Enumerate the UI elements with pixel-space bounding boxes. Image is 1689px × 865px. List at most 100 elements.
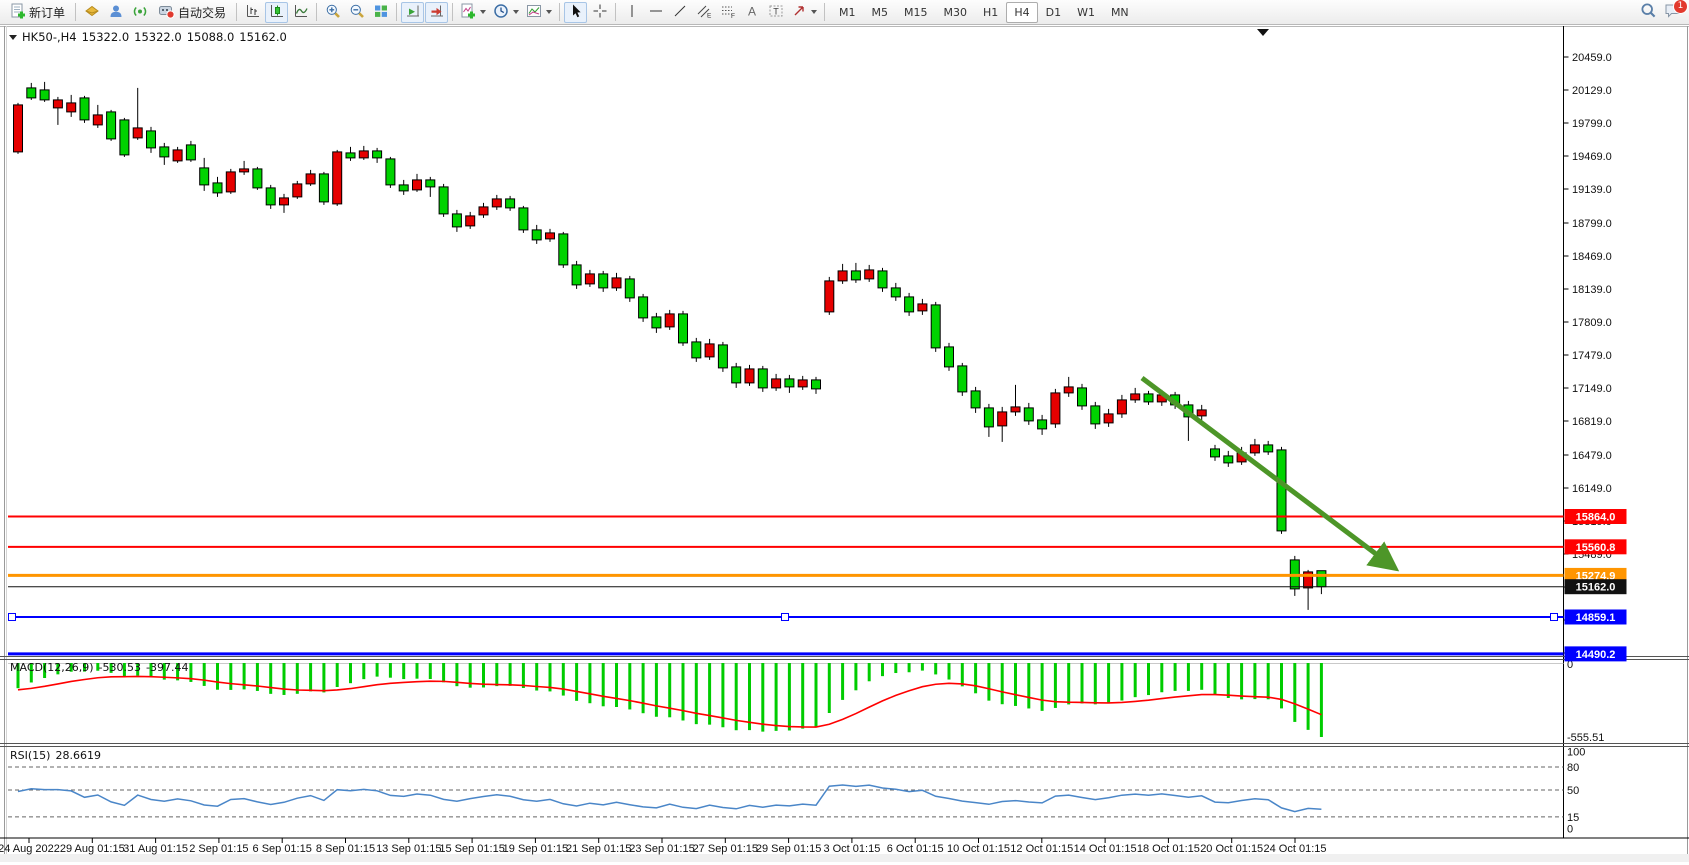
zoom-out-icon	[349, 3, 365, 22]
timeframe-toolbar: M1M5M15M30H1H4D1W1MN	[831, 2, 1137, 23]
indicators-add-icon	[460, 3, 476, 22]
vertical-line-button[interactable]	[620, 2, 643, 23]
templates-icon	[526, 3, 542, 22]
tile-windows-icon	[373, 3, 389, 22]
signals-icon	[132, 3, 148, 22]
svg-text:17809.0: 17809.0	[1572, 317, 1612, 329]
new-order-button[interactable]: 新订单	[4, 2, 71, 23]
trendline-button[interactable]	[668, 2, 691, 23]
timeframe-m15[interactable]: M15	[896, 2, 936, 23]
svg-text:14 Oct 01:15: 14 Oct 01:15	[1074, 843, 1137, 855]
svg-text:27 Sep 01:15: 27 Sep 01:15	[693, 843, 758, 855]
svg-text:20129.0: 20129.0	[1572, 85, 1612, 97]
periods-button[interactable]	[490, 2, 522, 23]
candlestick-chart-button[interactable]	[265, 2, 288, 23]
svg-text:15: 15	[1567, 812, 1579, 824]
dropdown-triangle-icon[interactable]	[9, 35, 17, 40]
timeframe-h1[interactable]: H1	[975, 2, 1006, 23]
selection-handle[interactable]	[782, 613, 789, 620]
svg-text:2 Sep 01:15: 2 Sep 01:15	[189, 843, 248, 855]
equidistant-channel-button[interactable]: E	[692, 2, 715, 23]
svg-text:18139.0: 18139.0	[1572, 284, 1612, 296]
crosshair-button[interactable]	[588, 2, 611, 23]
svg-text:14490.2: 14490.2	[1576, 649, 1616, 661]
svg-text:24 Oct 01:15: 24 Oct 01:15	[1264, 843, 1327, 855]
selection-handle[interactable]	[9, 613, 16, 620]
time-axis[interactable]: 24 Aug 202229 Aug 01:1531 Aug 01:152 Sep…	[0, 838, 1327, 855]
zoom-in-button[interactable]	[321, 2, 344, 23]
fibonacci-button[interactable]: F	[716, 2, 739, 23]
arrows-button[interactable]	[788, 2, 820, 23]
chart-shift-marker	[1257, 29, 1269, 36]
cursor-button[interactable]	[564, 2, 587, 23]
svg-text:16479.0: 16479.0	[1572, 450, 1612, 462]
bar-chart-button[interactable]	[241, 2, 264, 23]
svg-text:17479.0: 17479.0	[1572, 350, 1612, 362]
svg-text:6 Sep 01:15: 6 Sep 01:15	[253, 843, 312, 855]
ohlc-open: 15322.0	[82, 30, 130, 44]
timeframe-m1[interactable]: M1	[831, 2, 864, 23]
timeframe-d1[interactable]: D1	[1038, 2, 1069, 23]
text-icon: A	[744, 3, 760, 22]
horizontal-line-14859.1[interactable]	[8, 613, 1564, 620]
ohlc-close: 15162.0	[239, 30, 287, 44]
timeframe-w1[interactable]: W1	[1069, 2, 1103, 23]
virtual-hosting-button[interactable]	[104, 2, 127, 23]
horizontal-line-button[interactable]	[644, 2, 667, 23]
signals-button[interactable]	[128, 2, 151, 23]
trendline-icon	[672, 3, 688, 22]
svg-text:31 Aug 01:15: 31 Aug 01:15	[123, 843, 188, 855]
templates-button[interactable]	[523, 2, 555, 23]
zoom-out-button[interactable]	[345, 2, 368, 23]
cursor-arrow-icon	[568, 3, 584, 22]
svg-text:21 Sep 01:15: 21 Sep 01:15	[566, 843, 631, 855]
crosshair-icon	[592, 3, 608, 22]
svg-text:19469.0: 19469.0	[1572, 151, 1612, 163]
chevron-down-icon	[811, 10, 817, 14]
chart-shift-icon	[429, 3, 445, 22]
svg-text:24 Aug 2022: 24 Aug 2022	[0, 843, 60, 855]
rsi-indicator: 1008050150	[8, 747, 1585, 836]
timeframe-m5[interactable]: M5	[864, 2, 897, 23]
auto-scroll-button[interactable]	[401, 2, 424, 23]
toolbar-separator	[452, 3, 453, 21]
selection-handle[interactable]	[1551, 613, 1558, 620]
indicators-button[interactable]	[457, 2, 489, 23]
svg-text:80: 80	[1567, 762, 1579, 774]
text-button[interactable]: A	[740, 2, 763, 23]
arrows-icon	[791, 3, 807, 22]
macd-indicator: 0-555.51	[8, 659, 1604, 744]
svg-text:6 Oct 01:15: 6 Oct 01:15	[887, 843, 944, 855]
new-order-label: 新订单	[29, 4, 65, 21]
autotrading-icon	[158, 3, 175, 22]
virtual-hosting-icon	[108, 3, 124, 22]
toolbar-separator	[396, 3, 397, 21]
tile-windows-button[interactable]	[369, 2, 392, 23]
bar-chart-icon	[245, 3, 261, 22]
svg-text:18799.0: 18799.0	[1572, 218, 1612, 230]
svg-text:23 Sep 01:15: 23 Sep 01:15	[629, 843, 694, 855]
svg-text:17149.0: 17149.0	[1572, 383, 1612, 395]
svg-text:19799.0: 19799.0	[1572, 118, 1612, 130]
svg-text:14859.1: 14859.1	[1576, 612, 1616, 624]
wallet-button[interactable]	[80, 2, 103, 23]
timeframe-mn[interactable]: MN	[1103, 2, 1137, 23]
search-button[interactable]	[1637, 2, 1660, 23]
timeframe-m30[interactable]: M30	[936, 2, 976, 23]
macd-main-value: -530.53	[99, 661, 141, 674]
chart-canvas[interactable]: 0-555.51100805015020459.020129.019799.01…	[0, 26, 1689, 862]
new-order-icon	[10, 3, 26, 22]
mt4-terminal: { "toolbar": { "new_order_label": "新订单",…	[0, 0, 1689, 862]
line-chart-button[interactable]	[289, 2, 312, 23]
symbol-period: HK50-,H4	[22, 30, 77, 44]
macd-signal-value: -397.44	[146, 661, 188, 674]
text-label-button[interactable]: T	[764, 2, 787, 23]
autotrading-button[interactable]: 自动交易	[152, 2, 232, 23]
timeframe-h4[interactable]: H4	[1006, 2, 1037, 23]
svg-text:15560.8: 15560.8	[1576, 542, 1616, 554]
chart-shift-button[interactable]	[425, 2, 448, 23]
svg-text:16149.0: 16149.0	[1572, 483, 1612, 495]
svg-text:10 Oct 01:15: 10 Oct 01:15	[947, 843, 1010, 855]
chat-button[interactable]: 1	[1661, 2, 1685, 23]
trend-arrow-object[interactable]	[1142, 378, 1392, 566]
